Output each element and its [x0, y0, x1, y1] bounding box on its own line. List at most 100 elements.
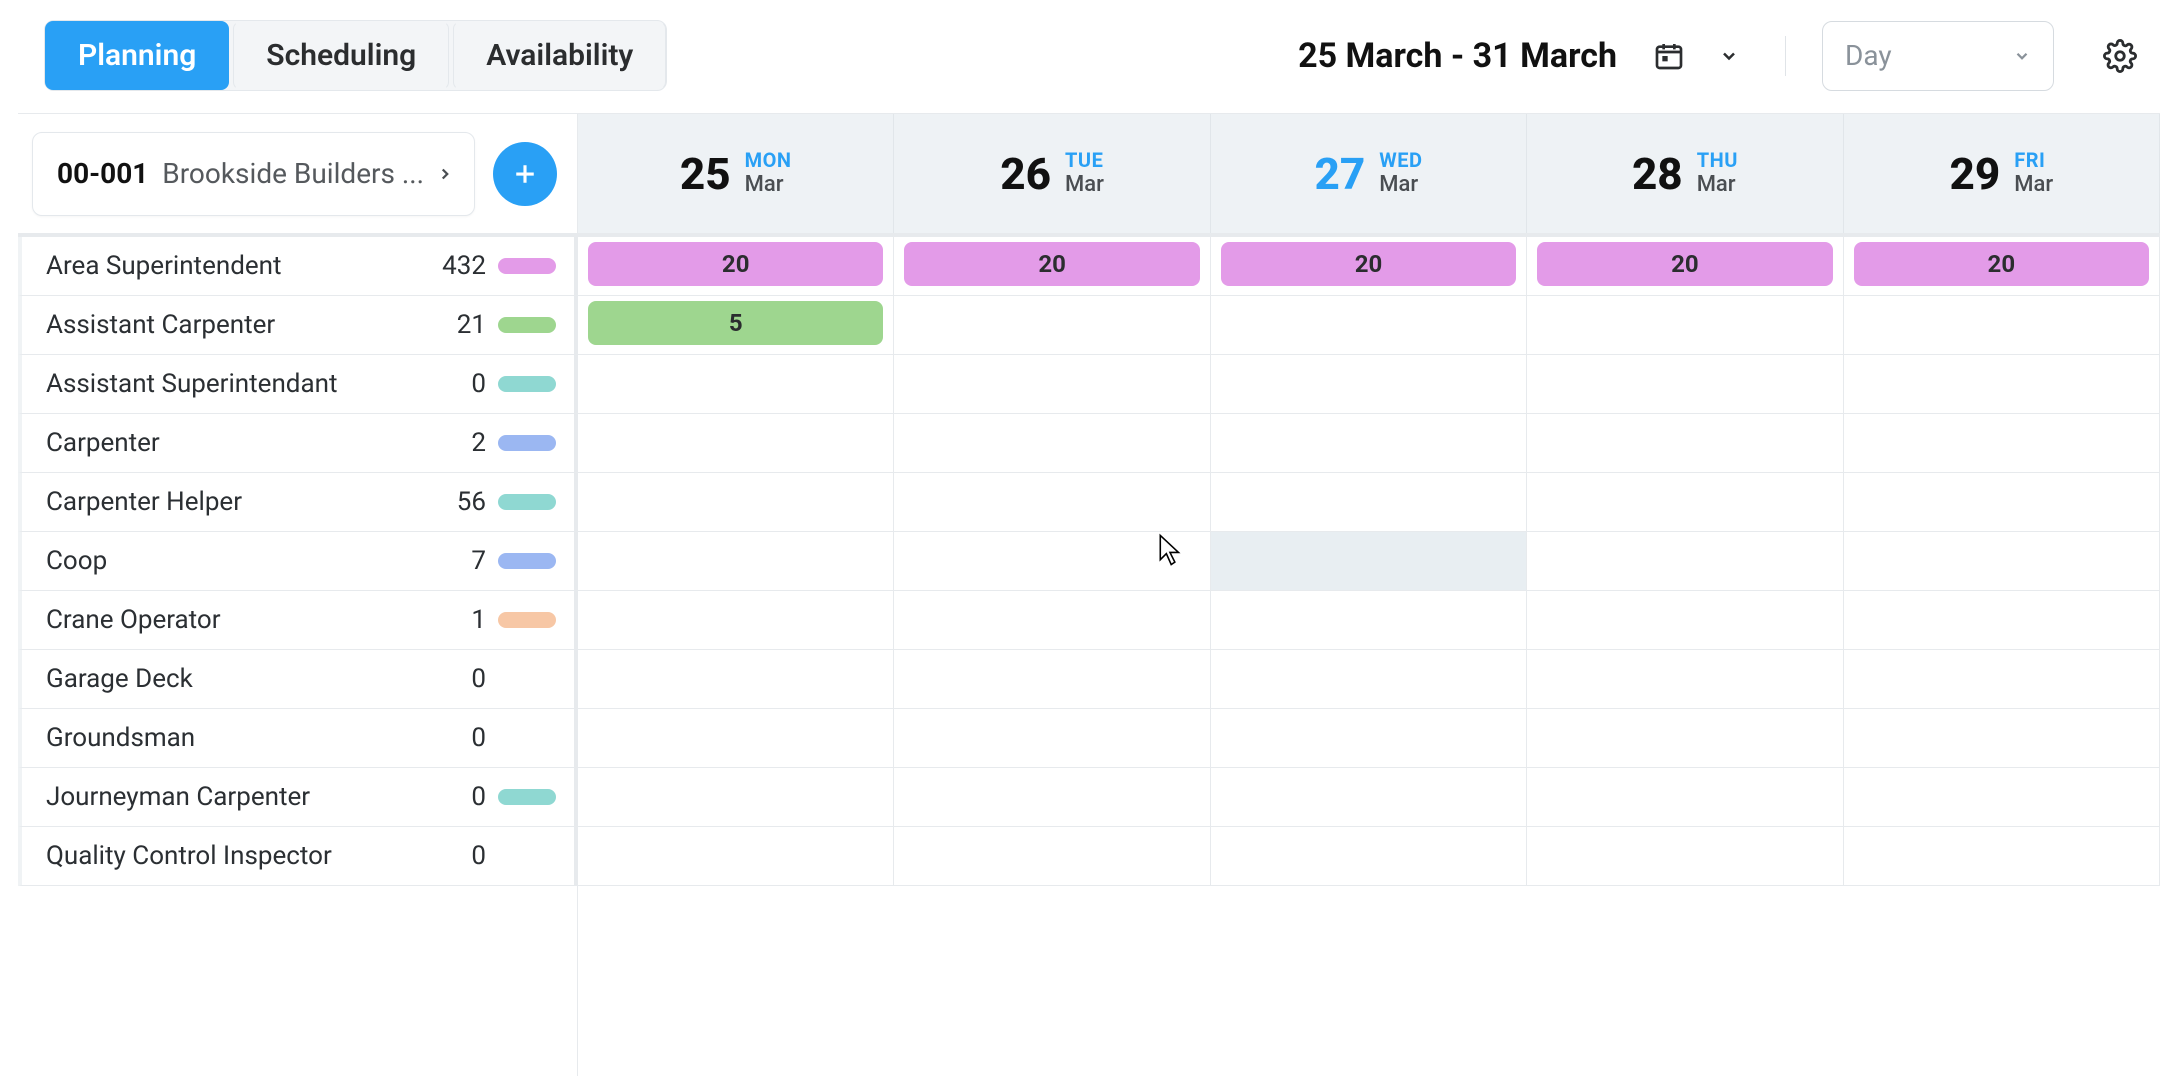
- calendar-cell[interactable]: [894, 473, 1210, 531]
- calendar-cell[interactable]: [578, 768, 894, 826]
- top-toolbar: Planning Scheduling Availability 25 Marc…: [18, 0, 2160, 113]
- settings-button[interactable]: [2100, 36, 2140, 76]
- role-row[interactable]: Groundsman0: [18, 709, 577, 768]
- calendar-cell[interactable]: [1844, 591, 2160, 649]
- calendar-cell[interactable]: [578, 650, 894, 708]
- calendar-cell[interactable]: [578, 414, 894, 472]
- calendar-cell[interactable]: [1844, 768, 2160, 826]
- calendar-cell[interactable]: [894, 532, 1210, 590]
- calendar-cell[interactable]: 5: [578, 296, 894, 354]
- calendar-cell[interactable]: [1527, 827, 1843, 885]
- calendar-row: [578, 355, 2160, 414]
- calendar-cell[interactable]: [578, 827, 894, 885]
- calendar-cell[interactable]: [1527, 296, 1843, 354]
- role-row[interactable]: Crane Operator1: [18, 591, 577, 650]
- day-header[interactable]: 28THUMar: [1527, 114, 1843, 233]
- role-name: Assistant Carpenter: [46, 310, 410, 340]
- role-name: Area Superintendent: [46, 251, 410, 281]
- project-selector[interactable]: 00-001 Brookside Builders ...: [32, 132, 475, 216]
- calendar-cell[interactable]: [894, 709, 1210, 767]
- allocation-block[interactable]: 20: [588, 242, 883, 286]
- calendar-cell[interactable]: 20: [1844, 237, 2160, 295]
- day-header[interactable]: 25MONMar: [578, 114, 894, 233]
- add-button[interactable]: [493, 142, 557, 206]
- tab-scheduling[interactable]: Scheduling: [233, 21, 449, 90]
- calendar-cell[interactable]: [1844, 414, 2160, 472]
- calendar-cell[interactable]: [1527, 473, 1843, 531]
- role-row[interactable]: Assistant Carpenter21: [18, 296, 577, 355]
- allocation-block[interactable]: 20: [904, 242, 1199, 286]
- tab-availability[interactable]: Availability: [453, 21, 666, 90]
- role-color-swatch: [498, 494, 556, 510]
- calendar-cell[interactable]: [1211, 768, 1527, 826]
- calendar-cell[interactable]: [1844, 473, 2160, 531]
- calendar-cell[interactable]: [1211, 473, 1527, 531]
- calendar-cell[interactable]: [894, 414, 1210, 472]
- calendar-cell[interactable]: [894, 827, 1210, 885]
- day-header[interactable]: 27WEDMar: [1211, 114, 1527, 233]
- calendar-cell[interactable]: [894, 650, 1210, 708]
- calendar-cell[interactable]: [1211, 709, 1527, 767]
- role-count: 1: [422, 605, 486, 635]
- calendar-cell[interactable]: [1211, 414, 1527, 472]
- calendar-cell[interactable]: [1211, 827, 1527, 885]
- period-select[interactable]: Day: [1822, 21, 2054, 91]
- calendar-cell[interactable]: [894, 355, 1210, 413]
- role-name: Garage Deck: [46, 664, 410, 694]
- calendar-cell[interactable]: [1844, 709, 2160, 767]
- role-row[interactable]: Carpenter2: [18, 414, 577, 473]
- calendar-cell[interactable]: [1844, 827, 2160, 885]
- calendar-cell[interactable]: [1527, 591, 1843, 649]
- calendar-cell[interactable]: [578, 591, 894, 649]
- calendar-cell[interactable]: [1211, 296, 1527, 354]
- calendar-cell[interactable]: 20: [578, 237, 894, 295]
- role-color-swatch: [498, 730, 556, 746]
- role-count: 56: [422, 487, 486, 517]
- role-name: Assistant Superintendant: [46, 369, 410, 399]
- role-row[interactable]: Coop7: [18, 532, 577, 591]
- calendar-cell[interactable]: 20: [1211, 237, 1527, 295]
- calendar-cell[interactable]: [578, 709, 894, 767]
- role-row[interactable]: Journeyman Carpenter0: [18, 768, 577, 827]
- calendar-cell[interactable]: [1844, 532, 2160, 590]
- day-header[interactable]: 29FRIMar: [1844, 114, 2160, 233]
- calendar-cell[interactable]: [578, 532, 894, 590]
- calendar-cell[interactable]: [894, 296, 1210, 354]
- calendar-cell[interactable]: [1527, 709, 1843, 767]
- allocation-block[interactable]: 20: [1854, 242, 2149, 286]
- calendar-cell[interactable]: 20: [1527, 237, 1843, 295]
- calendar-cell[interactable]: 20: [894, 237, 1210, 295]
- calendar-cell[interactable]: [1527, 650, 1843, 708]
- calendar-cell[interactable]: [1527, 532, 1843, 590]
- allocation-block[interactable]: 20: [1221, 242, 1516, 286]
- calendar-cell[interactable]: [1211, 650, 1527, 708]
- day-number: 26: [1000, 148, 1051, 200]
- day-number: 25: [680, 148, 731, 200]
- role-row[interactable]: Garage Deck0: [18, 650, 577, 709]
- day-header[interactable]: 26TUEMar: [894, 114, 1210, 233]
- calendar-cell[interactable]: [894, 768, 1210, 826]
- calendar-cell[interactable]: [894, 591, 1210, 649]
- calendar-cell[interactable]: [1211, 532, 1527, 590]
- chevron-right-icon: [436, 165, 454, 183]
- calendar-cell[interactable]: [578, 473, 894, 531]
- calendar-cell[interactable]: [1844, 650, 2160, 708]
- calendar-cell[interactable]: [1844, 355, 2160, 413]
- calendar-cell[interactable]: [1211, 355, 1527, 413]
- calendar-cell[interactable]: [1527, 768, 1843, 826]
- role-row[interactable]: Quality Control Inspector0: [18, 827, 577, 886]
- calendar-cell[interactable]: [1211, 591, 1527, 649]
- date-range-dropdown[interactable]: [1709, 36, 1749, 76]
- role-name: Coop: [46, 546, 410, 576]
- calendar-cell[interactable]: [1527, 414, 1843, 472]
- calendar-cell[interactable]: [1527, 355, 1843, 413]
- allocation-block[interactable]: 5: [588, 301, 883, 345]
- tab-planning[interactable]: Planning: [45, 21, 229, 90]
- calendar-cell[interactable]: [578, 355, 894, 413]
- role-row[interactable]: Carpenter Helper56: [18, 473, 577, 532]
- calendar-icon[interactable]: [1649, 36, 1689, 76]
- calendar-cell[interactable]: [1844, 296, 2160, 354]
- role-row[interactable]: Area Superintendent432: [18, 237, 577, 296]
- allocation-block[interactable]: 20: [1537, 242, 1832, 286]
- role-row[interactable]: Assistant Superintendant0: [18, 355, 577, 414]
